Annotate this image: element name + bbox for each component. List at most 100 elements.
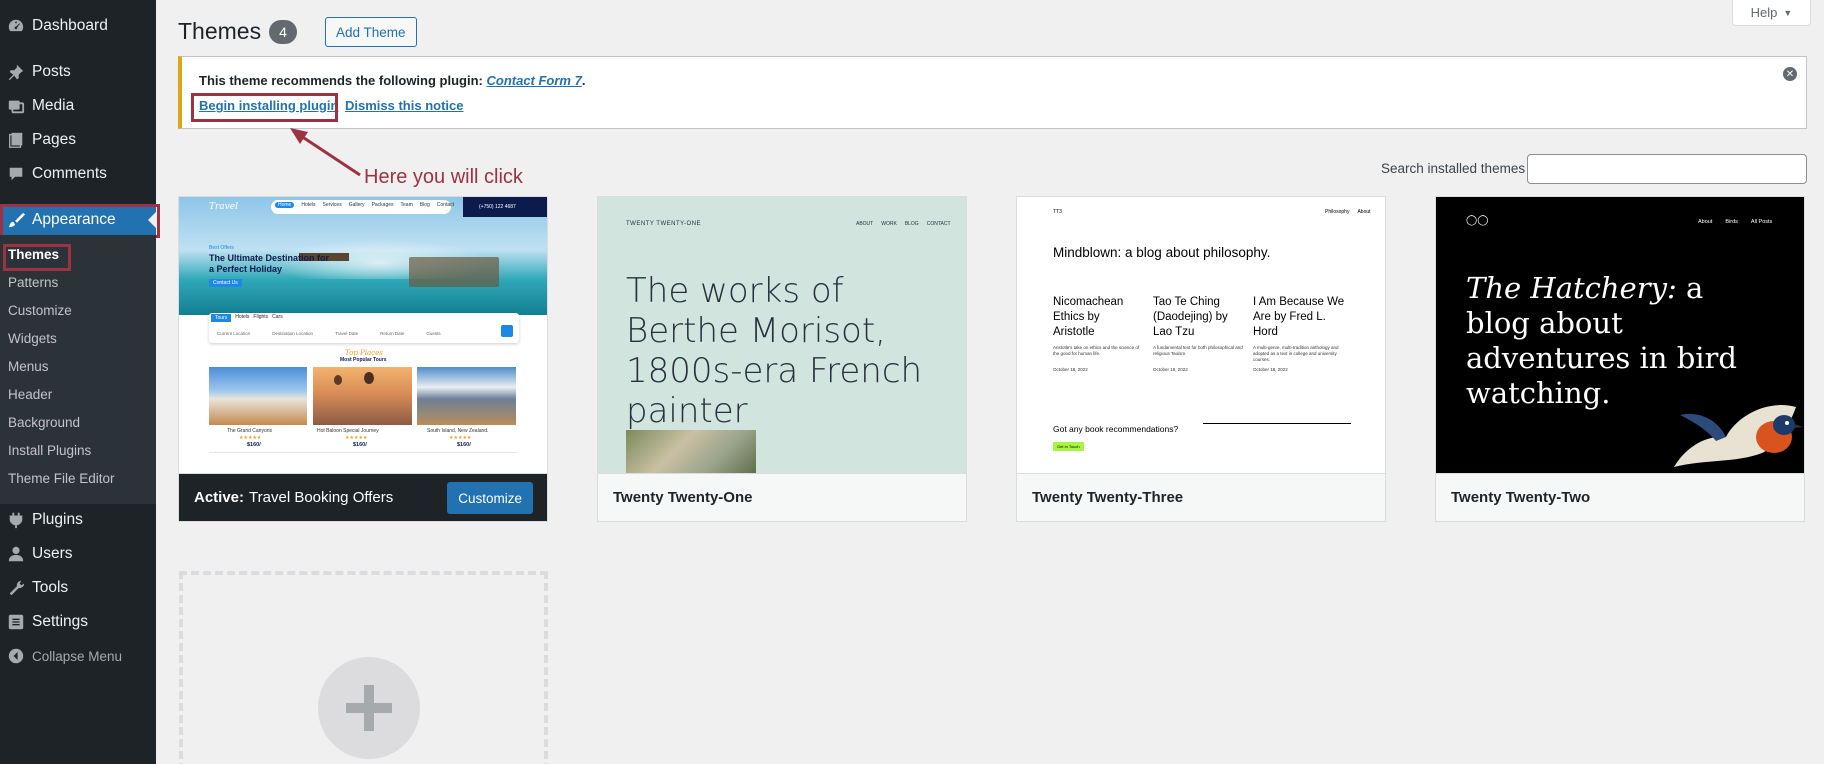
- travel-nav: Home Hotels Services Gallery Packages Te…: [275, 202, 454, 208]
- travel-nav-item: Services: [322, 202, 342, 208]
- customize-button[interactable]: Customize: [447, 482, 533, 514]
- submenu-patterns[interactable]: Patterns: [8, 272, 58, 294]
- submenu-header[interactable]: Header: [8, 384, 52, 406]
- plus-icon: [318, 657, 420, 759]
- menu-plugins[interactable]: Plugins: [0, 504, 156, 536]
- search-themes-input[interactable]: [1527, 154, 1807, 184]
- travel-field: Current Location: [217, 331, 251, 336]
- theme-screenshot-twenty-three: TT3 Philosophy About Mindblown: a blog a…: [1017, 197, 1385, 473]
- collapse-menu[interactable]: Collapse Menu: [0, 640, 156, 672]
- page-title: Themes: [178, 18, 262, 44]
- tour-name: South Island, New Zealand.: [427, 428, 489, 434]
- tt2-headline: The Hatchery: a blog about adventures in…: [1466, 271, 1766, 411]
- menu-pages[interactable]: Pages: [0, 124, 156, 156]
- star-rating-icon: ★★★★★: [239, 435, 262, 441]
- tt3-nav-item: About: [1357, 209, 1371, 215]
- plugin-icon: [0, 511, 32, 529]
- menu-tools[interactable]: Tools: [0, 572, 156, 604]
- theme-card-twenty-twenty-two[interactable]: ◯◯ About Birds All Posts The Hatchery: a…: [1435, 196, 1805, 522]
- annotation-text: Here you will click: [364, 166, 523, 188]
- tt3-post-title: I Am Because We Are by Fred L. Hord: [1253, 296, 1345, 338]
- collapse-menu-label: Collapse Menu: [32, 648, 123, 664]
- tt3-post-title: Tao Te Ching (Daodejing) by Lao Tzu: [1153, 296, 1228, 338]
- menu-comments[interactable]: Comments: [0, 158, 156, 190]
- menu-users[interactable]: Users: [0, 538, 156, 570]
- help-tab-button[interactable]: Help ▼: [1732, 0, 1811, 26]
- media-icon: [0, 97, 32, 115]
- travel-tab: Flights: [253, 314, 269, 320]
- submenu-menus[interactable]: Menus: [8, 356, 49, 378]
- tt3-cta-button: Get In Touch: [1053, 442, 1084, 451]
- tt3-headline: Mindblown: a blog about philosophy.: [1053, 245, 1271, 260]
- submenu-background[interactable]: Background: [8, 412, 80, 434]
- wrench-icon: [0, 579, 32, 597]
- travel-nav-item: Hotels: [301, 202, 316, 208]
- tt3-cta-question: Got any book recommendations?: [1053, 424, 1179, 434]
- caret-down-icon: ▼: [1783, 7, 1793, 18]
- comment-icon: [0, 165, 32, 183]
- theme-screenshot-twenty-two: ◯◯ About Birds All Posts The Hatchery: a…: [1436, 197, 1804, 473]
- theme-screenshot-travel: Travel Home Hotels Services Gallery Pack…: [179, 197, 547, 473]
- submenu-themes[interactable]: Themes: [8, 244, 59, 266]
- tt2-nav-item: Birds: [1725, 219, 1738, 225]
- tour-price: $160/: [247, 442, 261, 448]
- submenu-customize[interactable]: Customize: [8, 300, 72, 322]
- star-rating-icon: ★★★★★: [345, 435, 368, 441]
- theme-card-twenty-twenty-one[interactable]: TWENTY TWENTY-ONE ABOUT WORK BLOG CONTAC…: [597, 196, 967, 522]
- travel-nav-item: Home: [275, 202, 295, 208]
- theme-name-twenty-two: Twenty Twenty-Two: [1436, 473, 1804, 521]
- menu-dashboard[interactable]: Dashboard: [0, 10, 156, 42]
- tt1-nav-item: CONTACT: [926, 221, 951, 227]
- admin-sidebar: Dashboard Posts Media Pages Comments App…: [0, 0, 160, 764]
- menu-posts[interactable]: Posts: [0, 56, 156, 88]
- submenu-widgets[interactable]: Widgets: [8, 328, 57, 350]
- add-new-theme-card[interactable]: [179, 571, 548, 764]
- travel-tab: Hotels: [235, 314, 250, 320]
- travel-section-title: Most Popular Tours: [340, 357, 387, 363]
- pages-icon: [0, 131, 32, 149]
- add-theme-button[interactable]: Add Theme: [325, 17, 417, 47]
- travel-nav-item: Team: [400, 202, 413, 208]
- tt3-post-date: October 18, 2022: [1053, 367, 1088, 372]
- current-arrow: [148, 212, 156, 228]
- tt3-site-title: TT3: [1053, 209, 1062, 215]
- dismiss-notice-link[interactable]: Dismiss this notice: [345, 98, 463, 113]
- tt1-headline: The works of Berthe Morisot, 1800s-era F…: [626, 271, 923, 431]
- menu-appearance[interactable]: Appearance: [0, 204, 156, 236]
- close-icon[interactable]: ✕: [1783, 67, 1797, 81]
- pin-icon: [0, 63, 32, 81]
- begin-installing-plugin-link[interactable]: Begin installing plugin: [199, 98, 338, 113]
- submenu-install-plugins[interactable]: Install Plugins: [8, 440, 91, 462]
- brush-icon: [0, 211, 32, 229]
- theme-name-twenty-three: Twenty Twenty-Three: [1017, 473, 1385, 521]
- theme-card-twenty-twenty-three[interactable]: TT3 Philosophy About Mindblown: a blog a…: [1016, 196, 1386, 522]
- menu-media[interactable]: Media: [0, 90, 156, 122]
- tt1-nav-item: BLOG: [904, 221, 919, 227]
- tt1-nav-item: ABOUT: [856, 221, 874, 227]
- menu-posts-label: Posts: [32, 63, 71, 80]
- menu-comments-label: Comments: [32, 165, 107, 182]
- theme-card-travel-booking-offers[interactable]: Travel Home Hotels Services Gallery Pack…: [178, 196, 548, 522]
- travel-logo: Travel: [209, 202, 238, 212]
- travel-nav-item: Packages: [371, 202, 394, 208]
- active-prefix: Active:: [194, 489, 245, 506]
- tt3-post-excerpt: Aristotle's take on ethics and the scien…: [1053, 345, 1140, 356]
- plugin-notice: This theme recommends the following plug…: [178, 56, 1807, 129]
- travel-nav-item: Blog: [419, 202, 430, 208]
- menu-settings-label: Settings: [32, 613, 89, 630]
- settings-icon: [0, 613, 32, 631]
- travel-tab: Cars: [272, 314, 283, 320]
- travel-hero-small: Best Offers: [209, 245, 234, 251]
- contact-form-link[interactable]: Contact Form 7: [486, 73, 581, 88]
- tt1-nav: ABOUT WORK BLOG CONTACT: [856, 221, 951, 227]
- tt3-post-date: October 18, 2022: [1253, 367, 1288, 372]
- travel-field: Guests: [426, 331, 441, 336]
- travel-hero-title: The Ultimate Destination for a Perfect H…: [209, 253, 330, 274]
- tt2-headline-italic: The Hatchery:: [1466, 271, 1677, 305]
- submenu-theme-file-editor[interactable]: Theme File Editor: [8, 468, 115, 490]
- menu-settings[interactable]: Settings: [0, 606, 156, 638]
- search-label: Search installed themes: [1381, 161, 1526, 176]
- travel-tab: Tours: [211, 314, 232, 322]
- menu-tools-label: Tools: [32, 579, 69, 596]
- menu-pages-label: Pages: [32, 131, 76, 148]
